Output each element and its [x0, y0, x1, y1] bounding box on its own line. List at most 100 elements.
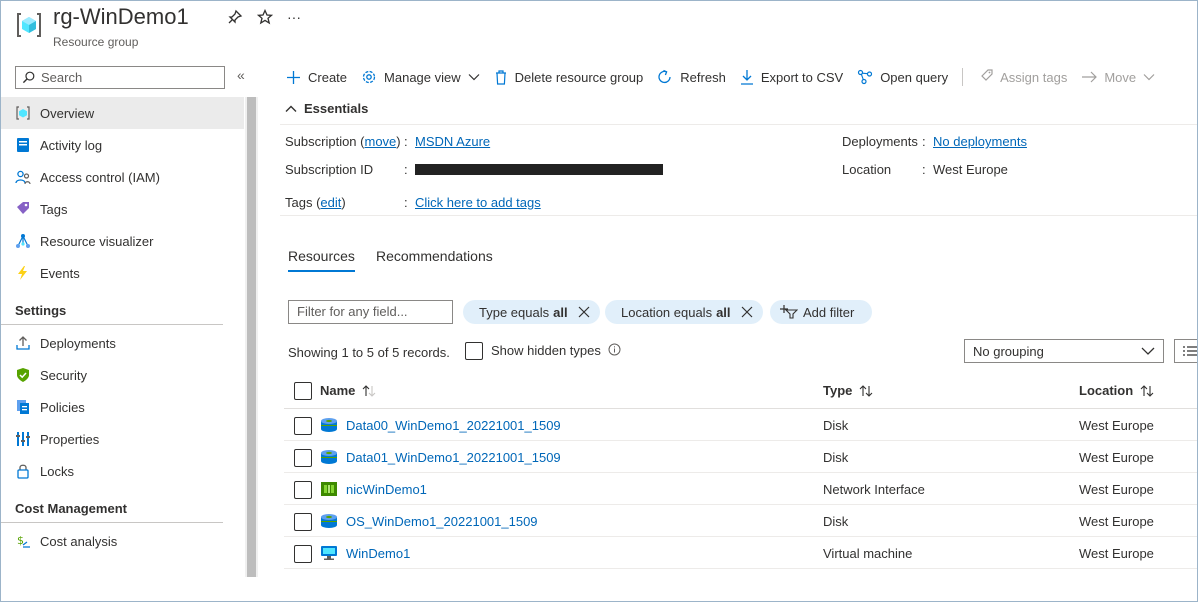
separator: : — [922, 134, 926, 149]
row-checkbox[interactable] — [294, 417, 312, 435]
scrollbar-thumb[interactable] — [247, 97, 256, 577]
export-csv-button[interactable]: Export to CSV — [740, 69, 843, 85]
open-query-button[interactable]: Open query — [857, 69, 948, 85]
activity-log-icon — [15, 137, 31, 153]
resource-link[interactable]: Data01_WinDemo1_20221001_1509 — [320, 449, 561, 465]
delete-resource-group-button[interactable]: Delete resource group — [494, 69, 643, 85]
collapse-sidebar-button[interactable]: « — [237, 67, 245, 83]
disk-icon — [320, 513, 338, 529]
resource-type: Disk — [823, 514, 849, 529]
resource-link[interactable]: OS_WinDemo1_20221001_1509 — [320, 513, 538, 529]
assign-tags-button[interactable]: Assign tags — [979, 69, 1067, 85]
chevron-down-icon — [468, 73, 480, 81]
row-checkbox[interactable] — [294, 449, 312, 467]
resource-group-icon — [15, 11, 43, 39]
sidebar-item-tags[interactable]: Tags — [1, 193, 244, 225]
iam-icon — [15, 169, 31, 185]
resource-location: West Europe — [1079, 482, 1154, 497]
create-button[interactable]: Create — [286, 70, 347, 85]
cost-analysis-icon: $ — [15, 533, 31, 549]
properties-icon — [15, 431, 31, 447]
query-icon — [857, 69, 873, 85]
location-label: Location — [842, 162, 892, 177]
separator: : — [404, 195, 408, 210]
resource-type: Disk — [823, 418, 849, 433]
add-tags-link[interactable]: Click here to add tags — [415, 195, 541, 210]
table-row[interactable]: OS_WinDemo1_20221001_1509 Disk West Euro… — [284, 505, 1197, 537]
chevron-up-icon — [285, 105, 297, 112]
column-header-location[interactable]: Location — [1079, 383, 1155, 398]
column-header-name[interactable]: Name — [320, 383, 377, 398]
manage-view-button[interactable]: Manage view — [361, 69, 480, 85]
sidebar-item-security[interactable]: Security — [1, 359, 244, 391]
grouping-dropdown[interactable]: No grouping — [964, 339, 1164, 363]
chevron-down-icon — [1143, 73, 1155, 81]
tab-recommendations[interactable]: Recommendations — [376, 248, 493, 270]
table-row[interactable]: WinDemo1 Virtual machine West Europe — [284, 537, 1197, 569]
resource-group-icon — [15, 105, 31, 121]
sort-icon — [858, 384, 874, 398]
resource-type: Virtual machine — [823, 546, 913, 561]
more-options-button[interactable]: ··· — [287, 9, 301, 29]
resource-link[interactable]: nicWinDemo1 — [320, 481, 427, 497]
toolbar-divider — [962, 68, 964, 86]
refresh-icon — [657, 69, 673, 85]
essentials-toggle[interactable]: Essentials — [285, 101, 368, 116]
row-checkbox[interactable] — [294, 513, 312, 531]
type-filter-pill[interactable]: Type equals all — [463, 300, 600, 324]
sidebar-item-resource-visualizer[interactable]: Resource visualizer — [1, 225, 244, 257]
sidebar-scrollbar[interactable] — [245, 97, 258, 577]
select-all-checkbox[interactable] — [294, 382, 312, 400]
resource-link[interactable]: WinDemo1 — [320, 545, 410, 561]
tab-resources[interactable]: Resources — [288, 248, 355, 272]
location-filter-pill[interactable]: Location equals all — [605, 300, 763, 324]
sidebar-item-overview[interactable]: Overview — [1, 97, 244, 129]
move-button[interactable]: Move — [1081, 70, 1155, 85]
add-filter-button[interactable]: Add filter — [770, 300, 873, 324]
tags-edit-link[interactable]: edit — [320, 195, 341, 210]
list-view-toggle[interactable] — [1174, 339, 1197, 363]
subscription-link[interactable]: MSDN Azure — [415, 134, 490, 149]
table-row[interactable]: nicWinDemo1 Network Interface West Europ… — [284, 473, 1197, 505]
resource-link[interactable]: Data00_WinDemo1_20221001_1509 — [320, 417, 561, 433]
sidebar-item-cost-analysis[interactable]: $ Cost analysis — [1, 525, 244, 557]
deployments-link[interactable]: No deployments — [933, 134, 1027, 149]
sidebar-item-locks[interactable]: Locks — [1, 455, 244, 487]
sidebar-item-events[interactable]: Events — [1, 257, 244, 289]
table-row[interactable]: Data01_WinDemo1_20221001_1509 Disk West … — [284, 441, 1197, 473]
sidebar-item-policies[interactable]: Policies — [1, 391, 244, 423]
separator: : — [404, 162, 408, 177]
subscription-label: Subscription (move) — [285, 134, 401, 149]
location-value: West Europe — [933, 162, 1008, 177]
row-checkbox[interactable] — [294, 545, 312, 563]
sidebar-section-cost-management: Cost Management — [1, 487, 223, 523]
sidebar-item-properties[interactable]: Properties — [1, 423, 244, 455]
row-checkbox[interactable] — [294, 481, 312, 499]
subscription-move-link[interactable]: move — [364, 134, 396, 149]
tag-icon — [15, 201, 31, 217]
star-icon[interactable] — [256, 8, 274, 29]
deployments-label: Deployments — [842, 134, 918, 149]
sidebar-nav: Overview Activity log Access control (IA… — [1, 97, 244, 557]
show-hidden-types-checkbox[interactable] — [465, 342, 483, 360]
sidebar-item-iam[interactable]: Access control (IAM) — [1, 161, 244, 193]
column-header-type[interactable]: Type — [823, 383, 874, 398]
pin-icon[interactable] — [227, 9, 243, 29]
table-row[interactable]: Data00_WinDemo1_20221001_1509 Disk West … — [284, 409, 1197, 441]
shield-icon — [15, 367, 31, 383]
close-icon[interactable] — [741, 306, 753, 318]
close-icon[interactable] — [578, 306, 590, 318]
resource-type: Network Interface — [823, 482, 925, 497]
sidebar-search-input[interactable]: Search — [15, 66, 225, 89]
add-filter-icon — [780, 305, 798, 319]
divider — [280, 124, 1197, 125]
filter-input[interactable]: Filter for any field... — [288, 300, 453, 324]
resource-location: West Europe — [1079, 450, 1154, 465]
upload-icon — [15, 335, 31, 351]
refresh-button[interactable]: Refresh — [657, 69, 726, 85]
sidebar-item-activity-log[interactable]: Activity log — [1, 129, 244, 161]
sidebar-item-deployments[interactable]: Deployments — [1, 327, 244, 359]
search-icon — [22, 71, 35, 84]
info-icon[interactable] — [608, 343, 621, 359]
page-title: rg-WinDemo1 — [53, 4, 189, 29]
